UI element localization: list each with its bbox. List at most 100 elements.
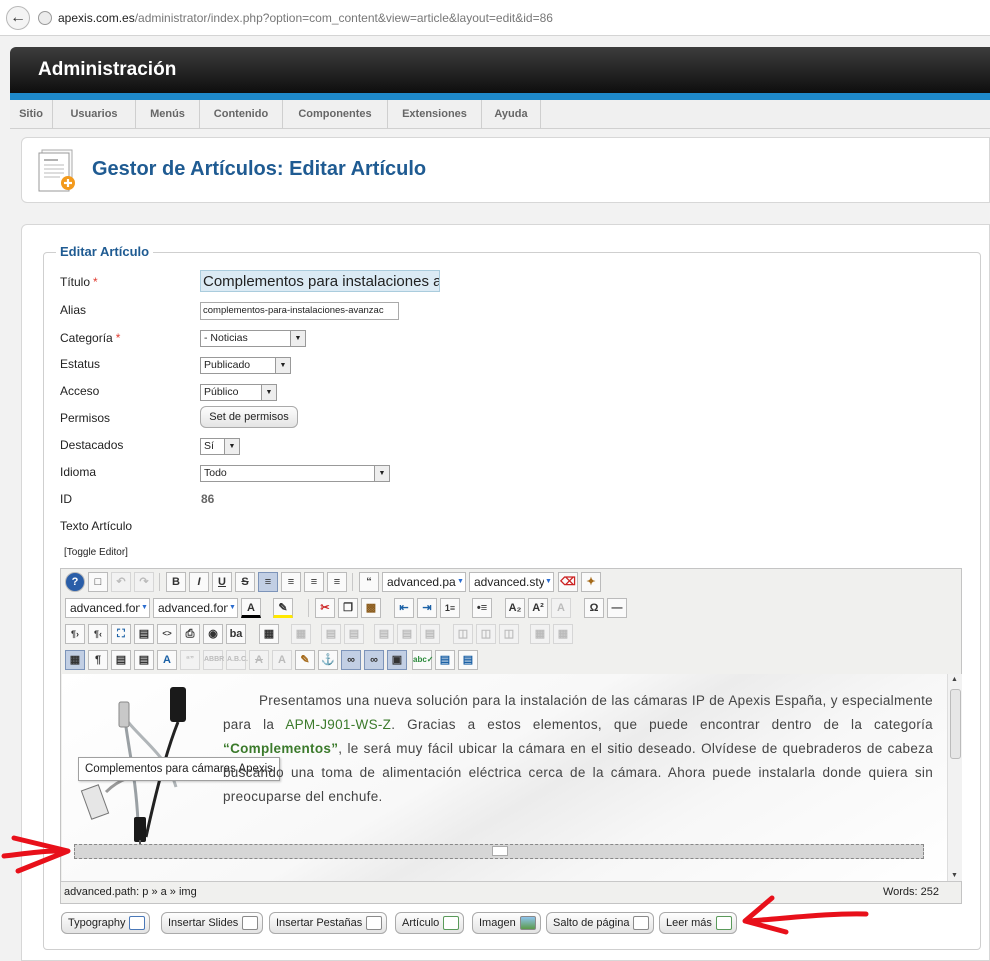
visual-aid-icon[interactable]: ▦ xyxy=(65,650,85,670)
undo-icon[interactable]: ↶ xyxy=(111,572,131,592)
format-icon[interactable]: A xyxy=(551,598,571,618)
highlight-color-icon[interactable]: ✎ xyxy=(273,598,293,618)
menu-item-ayuda[interactable]: Ayuda xyxy=(482,100,541,129)
category-link[interactable]: Complementos xyxy=(230,741,331,756)
menu-item-sitio[interactable]: Sitio xyxy=(10,100,53,129)
paste-word-icon[interactable]: ▤ xyxy=(134,650,154,670)
align-left-icon[interactable]: ≡ xyxy=(304,572,324,592)
fullscreen-icon[interactable]: ⛶ xyxy=(111,624,131,644)
paste-icon[interactable]: ▩ xyxy=(361,598,381,618)
insert-tabs-button[interactable]: Insertar Pestañas xyxy=(269,912,388,934)
pagebreak-button[interactable]: Salto de página xyxy=(546,912,655,934)
indent-icon[interactable]: ⇥ xyxy=(417,598,437,618)
image-button[interactable]: Imagen xyxy=(472,912,541,934)
outdent-icon[interactable]: ⇤ xyxy=(394,598,414,618)
back-arrow-icon[interactable]: ← xyxy=(6,6,30,30)
readmore-button[interactable]: Leer más xyxy=(659,912,737,934)
menu-item-extensiones[interactable]: Extensiones xyxy=(388,100,482,129)
font-color-icon[interactable]: A xyxy=(241,598,261,618)
help-icon[interactable]: ? xyxy=(65,572,85,592)
scrollbar-thumb[interactable] xyxy=(950,689,961,759)
font-family-dropdown[interactable]: advanced.font ▼ xyxy=(65,598,150,618)
insert-slides-button[interactable]: Insertar Slides xyxy=(161,912,264,934)
insertion-icon[interactable]: A xyxy=(272,650,292,670)
redo-icon[interactable]: ↷ xyxy=(134,572,154,592)
menu-item-componentes[interactable]: Componentes xyxy=(283,100,388,129)
cell-props-icon[interactable]: ▤ xyxy=(344,624,364,644)
article-paragraph[interactable]: Presentamos una nueva solución para la i… xyxy=(223,689,933,809)
spellcheck-icon[interactable]: abc✓ xyxy=(412,650,434,670)
cleanup-broom-icon[interactable]: ✦ xyxy=(581,572,601,592)
style-dropdown[interactable]: advanced.style ▼ xyxy=(469,572,554,592)
menu-item-contenido[interactable]: Contenido xyxy=(200,100,283,129)
code-icon[interactable]: <> xyxy=(157,624,177,644)
table-insert-icon[interactable]: ▦ xyxy=(259,624,279,644)
menu-item-usuarios[interactable]: Usuarios xyxy=(53,100,136,129)
align-right-icon[interactable]: ≡ xyxy=(327,572,347,592)
permissions-button[interactable]: Set de permisos xyxy=(200,406,298,428)
paragraph-format-dropdown[interactable]: advanced.para ▼ xyxy=(382,572,466,592)
readmore-toolbar-icon[interactable]: ▤ xyxy=(435,650,455,670)
typography-button[interactable]: Typography xyxy=(61,912,151,934)
merge-cells-icon[interactable]: ▦ xyxy=(553,624,573,644)
insert-col-after-icon[interactable]: ◫ xyxy=(476,624,496,644)
toggle-editor-link[interactable]: [Toggle Editor] xyxy=(64,547,128,558)
category-select[interactable]: - Noticias ▼ xyxy=(200,330,306,347)
align-justify-icon[interactable]: ≡ xyxy=(258,572,278,592)
article-button[interactable]: Artículo xyxy=(395,912,465,934)
preview-icon[interactable]: ▤ xyxy=(134,624,154,644)
bold-button[interactable]: B xyxy=(166,572,186,592)
rtl-button[interactable]: ¶‹ xyxy=(88,624,108,644)
row-props-icon[interactable]: ▤ xyxy=(321,624,341,644)
italic-button[interactable]: I xyxy=(189,572,209,592)
anchor-icon[interactable]: ⚓ xyxy=(318,650,338,670)
eraser-icon[interactable]: ⌫ xyxy=(558,572,578,592)
insert-col-before-icon[interactable]: ◫ xyxy=(453,624,473,644)
blockquote-button[interactable]: “ xyxy=(359,572,379,592)
numbered-list-icon[interactable]: 1≡ xyxy=(440,598,460,618)
special-character-button[interactable]: Ω xyxy=(584,598,604,618)
delete-row-icon[interactable]: ▤ xyxy=(420,624,440,644)
featured-select[interactable]: Sí ▼ xyxy=(200,438,240,455)
underline-button[interactable]: U xyxy=(212,572,232,592)
delete-col-icon[interactable]: ◫ xyxy=(499,624,519,644)
cut-icon[interactable]: ✂ xyxy=(315,598,335,618)
acronym-icon[interactable]: A.B.C. xyxy=(226,650,248,670)
ltr-button[interactable]: ¶› xyxy=(65,624,85,644)
print-icon[interactable]: ⎙ xyxy=(180,624,200,644)
product-link[interactable]: APM-J901-WS-Z xyxy=(285,717,391,732)
show-blocks-button[interactable]: ¶ xyxy=(88,650,108,670)
access-select[interactable]: Público ▼ xyxy=(200,384,277,401)
language-select[interactable]: Todo ▼ xyxy=(200,465,390,482)
copy-icon[interactable]: ❐ xyxy=(338,598,358,618)
subscript-button[interactable]: A₂ xyxy=(505,598,525,618)
editor-scrollbar[interactable]: ▲ ▼ xyxy=(947,674,962,881)
status-select[interactable]: Publicado ▼ xyxy=(200,357,291,374)
alias-input[interactable]: complementos-para-instalaciones-avanzac xyxy=(200,302,399,320)
title-input[interactable]: Complementos para instalaciones a xyxy=(200,270,440,292)
deletion-icon[interactable]: A xyxy=(249,650,269,670)
menu-item-menus[interactable]: Menús xyxy=(136,100,200,129)
split-cells-icon[interactable]: ▦ xyxy=(530,624,550,644)
paste-text-icon[interactable]: ▤ xyxy=(111,650,131,670)
font-size-dropdown[interactable]: advanced.font ▼ xyxy=(153,598,238,618)
readmore-separator[interactable] xyxy=(74,844,924,859)
replace-button[interactable]: ba xyxy=(226,624,246,644)
search-binoculars-icon[interactable]: ◉ xyxy=(203,624,223,644)
link-icon[interactable]: ∞ xyxy=(364,650,384,670)
insert-image-icon[interactable]: ▣ xyxy=(387,650,407,670)
styles-icon[interactable]: A xyxy=(157,650,177,670)
strikethrough-button[interactable]: S xyxy=(235,572,255,592)
url-text[interactable]: apexis.com.es/administrator/index.php?op… xyxy=(58,11,553,25)
bullet-list-icon[interactable]: •≡ xyxy=(472,598,492,618)
attributes-icon[interactable]: ✎ xyxy=(295,650,315,670)
table-delete-icon[interactable]: ▦ xyxy=(291,624,311,644)
scroll-up-icon[interactable]: ▲ xyxy=(951,676,958,683)
abbr-icon[interactable]: ABBR xyxy=(203,650,224,670)
superscript-button[interactable]: A² xyxy=(528,598,548,618)
scroll-down-icon[interactable]: ▼ xyxy=(951,872,958,879)
horizontal-rule-icon[interactable]: — xyxy=(607,598,627,618)
align-center-icon[interactable]: ≡ xyxy=(281,572,301,592)
insert-row-before-icon[interactable]: ▤ xyxy=(374,624,394,644)
new-document-icon[interactable]: □ xyxy=(88,572,108,592)
